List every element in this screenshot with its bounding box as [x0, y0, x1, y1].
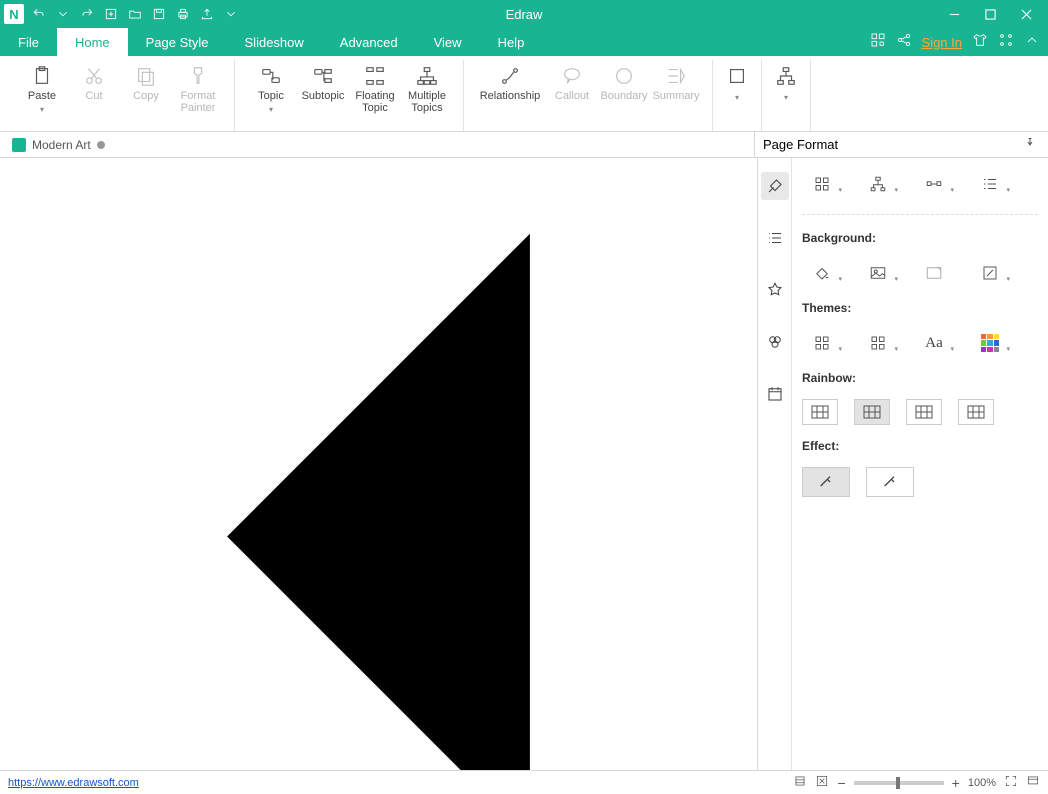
rail-format-icon[interactable]	[761, 172, 789, 200]
callout-button[interactable]: Callout	[546, 60, 598, 102]
titlebar: N Edraw	[0, 0, 1048, 28]
copy-button[interactable]: Copy	[120, 60, 172, 102]
redo-button[interactable]	[78, 5, 96, 23]
themes-label: Themes:	[802, 301, 1038, 315]
rainbow-4[interactable]	[958, 399, 994, 425]
rail-list-icon[interactable]	[761, 224, 789, 252]
theme-grid1-button[interactable]: ▾	[802, 329, 842, 357]
fullscreen-icon[interactable]	[1004, 774, 1018, 791]
apps-icon[interactable]	[998, 32, 1014, 53]
theme-grid2-button[interactable]: ▾	[858, 329, 898, 357]
subtopic-button[interactable]: Subtopic	[297, 60, 349, 102]
tab-view[interactable]: View	[416, 28, 480, 56]
qat-dropdown-icon[interactable]	[54, 5, 72, 23]
background-label: Background:	[802, 231, 1038, 245]
app-logo-icon[interactable]: N	[4, 4, 24, 24]
quick-access-toolbar: N	[4, 4, 240, 24]
tab-page-style[interactable]: Page Style	[128, 28, 227, 56]
export-dropdown-icon[interactable]	[222, 5, 240, 23]
rail-star-icon[interactable]	[761, 276, 789, 304]
zoom-in-icon[interactable]: +	[952, 775, 960, 791]
zoom-slider[interactable]	[854, 781, 944, 785]
workspace: PhotographySurrealismConstructivismSculp…	[0, 158, 1048, 770]
floating-topic-button[interactable]: Floating Topic	[349, 60, 401, 114]
modified-dot-icon	[97, 141, 105, 149]
new-button[interactable]	[102, 5, 120, 23]
undo-button[interactable]	[30, 5, 48, 23]
tab-file[interactable]: File	[0, 28, 57, 56]
paste-button[interactable]: Paste▾	[16, 60, 68, 114]
tab-slideshow[interactable]: Slideshow	[227, 28, 322, 56]
bg-watermark-button[interactable]: ▾	[970, 259, 1010, 287]
status-url[interactable]: https://www.edrawsoft.com	[8, 777, 139, 789]
layers-icon[interactable]	[793, 774, 807, 791]
close-button[interactable]	[1008, 1, 1044, 27]
maximize-button[interactable]	[972, 1, 1008, 27]
presentation-icon[interactable]	[1026, 774, 1040, 791]
document-tab[interactable]: Modern Art	[4, 138, 113, 152]
bg-remove-button[interactable]	[914, 259, 954, 287]
share-icon[interactable]	[896, 32, 912, 53]
tab-advanced[interactable]: Advanced	[322, 28, 416, 56]
format-painter-button[interactable]: Format Painter	[172, 60, 224, 114]
ribbon-more-1[interactable]: ▾	[723, 60, 751, 102]
document-tabstrip: Modern Art Page Format	[0, 132, 1048, 158]
tab-help[interactable]: Help	[480, 28, 543, 56]
document-tab-label: Modern Art	[32, 138, 91, 152]
pin-icon[interactable]	[1024, 137, 1036, 152]
summary-button[interactable]: Summary	[650, 60, 702, 102]
print-button[interactable]	[174, 5, 192, 23]
effect-1[interactable]	[802, 467, 850, 497]
rail-calendar-icon[interactable]	[761, 380, 789, 408]
rainbow-label: Rainbow:	[802, 371, 1038, 385]
layout-tree-button[interactable]: ▾	[858, 170, 898, 198]
layout-numbering-button[interactable]: ▾	[970, 170, 1010, 198]
zoom-out-icon[interactable]: −	[837, 775, 845, 791]
horizontal-scrollbar[interactable]	[0, 158, 757, 770]
export-button[interactable]	[198, 5, 216, 23]
rail-clover-icon[interactable]	[761, 328, 789, 356]
rainbow-3[interactable]	[906, 399, 942, 425]
rainbow-2[interactable]	[854, 399, 890, 425]
ribbon: Paste▾ Cut Copy Format Painter Topic▾ Su…	[0, 56, 1048, 132]
topic-button[interactable]: Topic▾	[245, 60, 297, 114]
chevron-up-icon[interactable]	[1024, 32, 1040, 53]
effect-label: Effect:	[802, 439, 1038, 453]
menubar: File Home Page Style Slideshow Advanced …	[0, 28, 1048, 56]
app-title: Edraw	[506, 7, 543, 22]
ribbon-more-2[interactable]: ▾	[772, 60, 800, 102]
qr-icon[interactable]	[870, 32, 886, 53]
layout-grid-button[interactable]: ▾	[802, 170, 842, 198]
effect-2[interactable]	[866, 467, 914, 497]
relationship-button[interactable]: Relationship	[474, 60, 546, 102]
multiple-topics-button[interactable]: Multiple Topics	[401, 60, 453, 114]
side-rail	[758, 158, 792, 770]
minimize-button[interactable]	[936, 1, 972, 27]
boundary-button[interactable]: Boundary	[598, 60, 650, 102]
cut-button[interactable]: Cut	[68, 60, 120, 102]
statusbar: https://www.edrawsoft.com − + 100%	[0, 770, 1048, 794]
layout-connector-button[interactable]: ▾	[914, 170, 954, 198]
side-panel: ▾ ▾ ▾ ▾ Background: ▾ ▾ ▾ Themes: ▾ ▾	[758, 158, 1048, 770]
rainbow-1[interactable]	[802, 399, 838, 425]
signin-link[interactable]: Sign In	[922, 35, 962, 50]
bg-image-button[interactable]: ▾	[858, 259, 898, 287]
bg-fill-button[interactable]: ▾	[802, 259, 842, 287]
theme-colors-button[interactable]: ▾	[970, 329, 1010, 357]
panel-title: Page Format	[763, 137, 838, 152]
zoom-level: 100%	[968, 777, 996, 789]
theme-font-button[interactable]: Aa▾	[914, 329, 954, 357]
save-button[interactable]	[150, 5, 168, 23]
tab-home[interactable]: Home	[57, 28, 128, 56]
open-button[interactable]	[126, 5, 144, 23]
document-icon	[12, 138, 26, 152]
shirt-icon[interactable]	[972, 32, 988, 53]
fit-icon[interactable]	[815, 774, 829, 791]
